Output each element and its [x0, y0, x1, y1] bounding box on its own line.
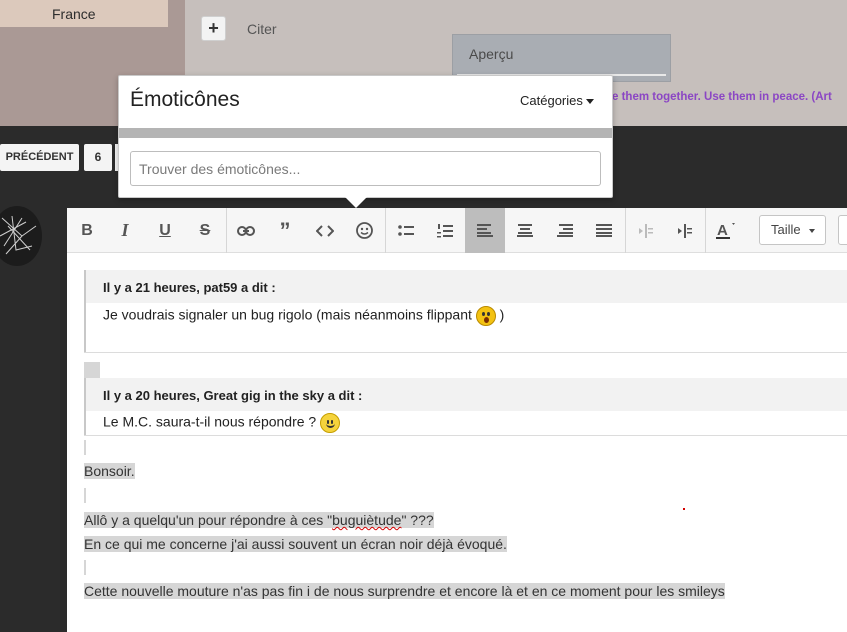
quote-header: Il y a 21 heures, pat59 a dit : [86, 270, 847, 303]
link-icon [237, 225, 255, 236]
editor-toolbar: B I U S ” A Taille [67, 208, 847, 253]
format-dropdown[interactable] [838, 215, 847, 245]
empty-line-marker [84, 560, 86, 575]
quote-author: Il y a 20 heures, Great gig in the sky a… [103, 388, 363, 403]
bullet-list-icon [398, 224, 414, 236]
quote-icon: ” [279, 217, 291, 243]
misspelled-word: buguiètude [332, 512, 402, 528]
bold-icon: B [81, 221, 93, 239]
emoticons-title: Émoticônes [130, 88, 240, 111]
profile-location: France [52, 6, 96, 22]
emoticon-button[interactable] [344, 208, 384, 253]
shocked-emoji-icon [475, 306, 496, 326]
emoticons-search-input[interactable] [130, 151, 601, 186]
pagination-page-6[interactable]: 6 [84, 144, 112, 171]
message-line: En ce qui me concerne j'ai aussi souvent… [84, 536, 507, 552]
strikethrough-icon: S [199, 221, 211, 239]
quote-divider [84, 435, 847, 436]
caret-down-icon [585, 99, 594, 105]
popover-arrow [345, 197, 367, 208]
quote-block: Il y a 20 heures, Great gig in the sky a… [84, 378, 847, 436]
categories-label: Catégories [520, 93, 583, 108]
font-size-label: Taille [771, 222, 801, 237]
align-left-button[interactable] [465, 208, 505, 253]
avatar-art-icon [0, 215, 37, 255]
underline-icon: U [159, 221, 171, 239]
strikethrough-button[interactable]: S [185, 208, 225, 253]
empty-line-marker [84, 488, 86, 503]
quote-button[interactable]: ” [265, 208, 305, 253]
quote-author: Il y a 21 heures, pat59 a dit : [103, 280, 276, 295]
message-editor[interactable]: B I U S ” A Taille Il y a 21 heures, pat… [67, 208, 847, 632]
quote-text: Je voudrais signaler un bug rigolo (mais… [103, 306, 504, 326]
add-button[interactable]: + [201, 16, 226, 41]
text-color-icon: A [716, 222, 735, 239]
message-line: Allô y a quelqu'un pour répondre à ces "… [84, 512, 434, 528]
code-icon [316, 224, 334, 237]
caret-down-icon [809, 229, 815, 233]
message-line: Cette nouvelle mouture n'as pas fin i de… [84, 583, 725, 599]
pagination-prev-button[interactable]: PRÉCÉDENT [0, 144, 79, 171]
link-button[interactable] [226, 208, 266, 253]
emoticons-popover: Émoticônes Catégories [118, 75, 613, 198]
align-center-button[interactable] [505, 208, 545, 253]
quote-divider [84, 352, 847, 353]
quote-header: Il y a 20 heures, Great gig in the sky a… [86, 378, 847, 411]
signature-text: e them together. Use them in peace. (Art [612, 91, 832, 103]
spellcheck-mark [683, 508, 685, 510]
justify-icon [596, 224, 612, 237]
align-left-icon [477, 224, 493, 237]
location-band: France [0, 0, 168, 27]
underline-button[interactable]: U [145, 208, 185, 253]
font-size-dropdown[interactable]: Taille [759, 215, 826, 245]
outdent-button[interactable] [625, 208, 665, 253]
italic-button[interactable]: I [105, 208, 145, 253]
bold-button[interactable]: B [67, 208, 107, 253]
avatar[interactable] [0, 206, 42, 266]
outdent-icon [639, 223, 653, 238]
bulleted-list-button[interactable] [386, 208, 426, 253]
align-right-icon [557, 224, 573, 237]
text-color-button[interactable]: A [706, 208, 746, 253]
align-right-button[interactable] [545, 208, 585, 253]
indent-icon [678, 223, 692, 238]
code-button[interactable] [305, 208, 345, 253]
emoticons-category-bar [119, 128, 612, 138]
numbered-list-icon [437, 224, 453, 238]
empty-line-marker [84, 440, 86, 455]
smiley-icon [355, 222, 373, 239]
quote-block: Il y a 21 heures, pat59 a dit : Je voudr… [84, 270, 847, 352]
justify-button[interactable] [584, 208, 624, 253]
smile-emoji-icon [320, 413, 341, 433]
categories-dropdown[interactable]: Catégories [520, 93, 594, 108]
align-center-icon [517, 224, 533, 237]
quote-link[interactable]: Citer [247, 21, 277, 37]
indent-button[interactable] [664, 208, 704, 253]
preview-menu-item[interactable]: Aperçu [469, 46, 513, 62]
quote-text: Le M.C. saura-t-il nous répondre ? [103, 413, 341, 433]
message-line: Bonsoir. [84, 463, 135, 479]
italic-icon: I [121, 220, 129, 240]
svg-text:A: A [717, 222, 728, 239]
numbered-list-button[interactable] [425, 208, 465, 253]
